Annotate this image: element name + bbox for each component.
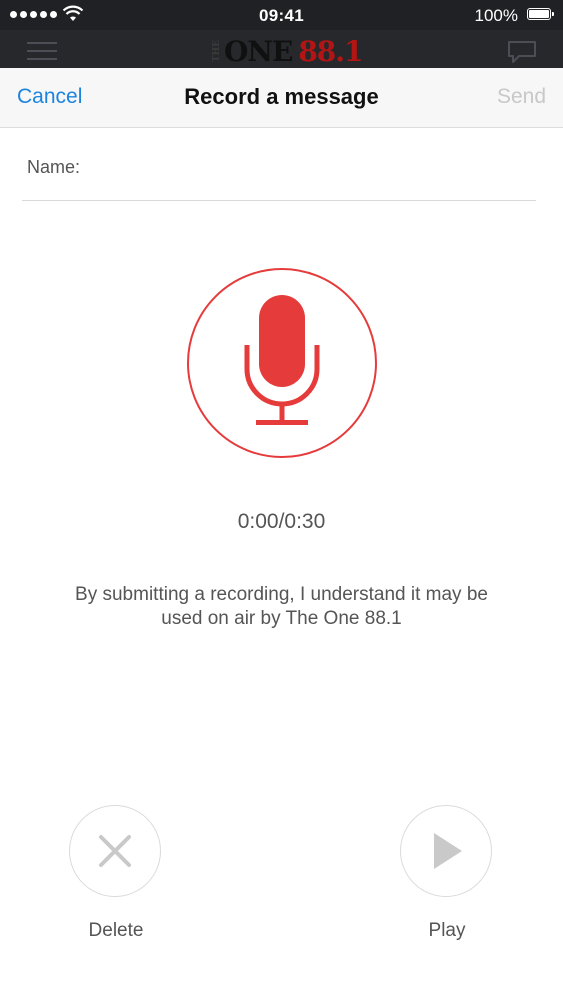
close-icon bbox=[99, 835, 131, 867]
battery-percentage: 100% bbox=[474, 6, 518, 25]
microphone-icon bbox=[244, 295, 320, 425]
name-field-row: Name: bbox=[22, 128, 536, 201]
modal-nav-bar: Cancel Record a message Send bbox=[0, 68, 563, 128]
send-button[interactable]: Send bbox=[497, 85, 546, 109]
recording-disclaimer: By submitting a recording, I understand … bbox=[75, 584, 488, 629]
battery-icon bbox=[527, 8, 554, 20]
name-label: Name: bbox=[27, 157, 81, 177]
play-icon bbox=[434, 833, 462, 869]
delete-label: Delete bbox=[88, 920, 144, 941]
page-title: Record a message bbox=[184, 84, 379, 109]
hamburger-menu-icon[interactable] bbox=[27, 42, 57, 62]
app-header: THE ONE 88.1 bbox=[0, 30, 563, 68]
delete-button[interactable] bbox=[69, 805, 161, 897]
chat-bubble-icon[interactable] bbox=[507, 40, 537, 64]
play-label: Play bbox=[428, 920, 466, 941]
recording-timer: 0:00/0:30 bbox=[237, 510, 326, 533]
status-bar: 09:41 100% bbox=[0, 0, 563, 30]
play-button[interactable] bbox=[400, 805, 492, 897]
station-logo: THE ONE 88.1 bbox=[212, 34, 364, 68]
record-button[interactable] bbox=[187, 268, 377, 458]
name-input[interactable] bbox=[92, 148, 526, 188]
